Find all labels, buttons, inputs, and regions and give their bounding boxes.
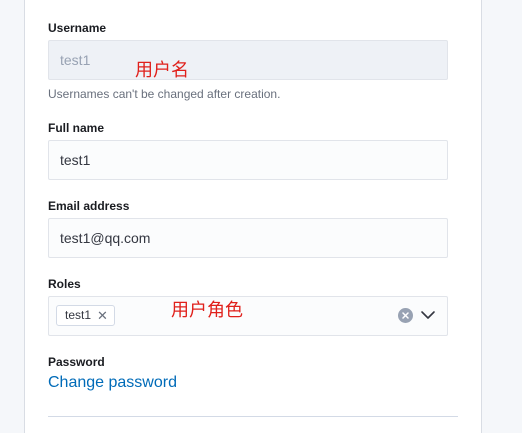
username-label: Username [48, 21, 107, 35]
form-divider [48, 416, 458, 417]
chevron-down-icon[interactable] [420, 309, 436, 321]
role-chip: test1 ✕ [56, 305, 115, 326]
full-name-label: Full name [48, 121, 105, 135]
roles-label: Roles [48, 277, 81, 291]
role-chip-label: test1 [65, 308, 92, 322]
full-name-input[interactable]: test1 [48, 140, 448, 180]
email-label: Email address [48, 199, 130, 213]
roles-annotation: 用户角色 [171, 300, 243, 321]
clear-roles-icon[interactable] [398, 308, 413, 323]
change-password-link[interactable]: Change password [48, 374, 177, 392]
password-label: Password [48, 355, 105, 369]
username-annotation: 用户名 [135, 60, 189, 81]
username-field: test1 [48, 40, 448, 80]
email-input[interactable]: test1@qq.com [48, 218, 448, 258]
username-help-text: Usernames can't be changed after creatio… [48, 87, 281, 101]
remove-role-icon[interactable]: ✕ [97, 306, 108, 325]
